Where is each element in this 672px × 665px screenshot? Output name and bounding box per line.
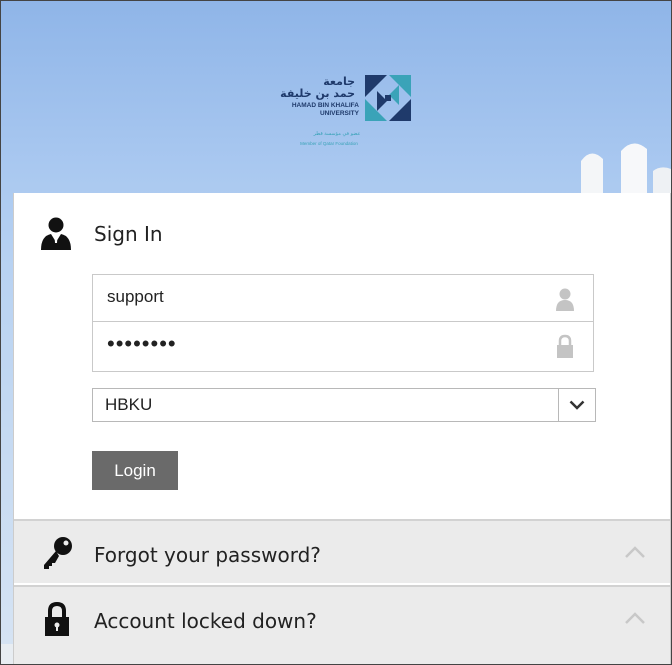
signin-header: [40, 215, 72, 251]
login-window: جامعة حمد بن خليفة HAMAD BIN KHALIFA UNI…: [0, 0, 672, 665]
lock-icon: [557, 334, 573, 358]
account-locked-label: Account locked down?: [94, 609, 317, 633]
domain-select-value: HBKU: [105, 395, 153, 414]
logo-english-line2: UNIVERSITY: [320, 110, 360, 117]
username-field-box: [92, 274, 594, 322]
padlock-icon: [45, 601, 69, 636]
chevron-up-icon[interactable]: [624, 545, 646, 559]
background-building-image: [581, 143, 671, 201]
logo-arabic-line2: حمد بن خليفة: [280, 87, 355, 100]
login-button[interactable]: Login: [92, 451, 178, 490]
user-icon: [556, 288, 574, 311]
chevron-up-icon[interactable]: [624, 611, 646, 625]
forgot-password-section[interactable]: Forgot your password?: [14, 519, 670, 583]
password-field-box: [92, 322, 594, 372]
username-input[interactable]: [107, 275, 537, 319]
signin-panel: Sign In HBKU Login: [13, 193, 671, 664]
dropdown-arrow[interactable]: [558, 389, 595, 421]
user-silhouette-icon: [41, 217, 71, 250]
domain-select[interactable]: HBKU: [92, 388, 596, 422]
chevron-down-icon: [569, 400, 585, 410]
logo-member-text: Member of Qatar Foundation: [300, 141, 358, 146]
logo-arabic-member: عضو في مؤسسة قطر: [312, 131, 360, 137]
hbku-logo: جامعة حمد بن خليفة HAMAD BIN KHALIFA UNI…: [280, 75, 411, 146]
account-locked-section[interactable]: Account locked down?: [14, 585, 670, 664]
key-icon: [44, 537, 72, 569]
password-input[interactable]: [107, 322, 537, 366]
forgot-password-label: Forgot your password?: [94, 543, 321, 567]
signin-title: Sign In: [94, 222, 163, 246]
logo-english-line1: HAMAD BIN KHALIFA: [292, 102, 359, 109]
